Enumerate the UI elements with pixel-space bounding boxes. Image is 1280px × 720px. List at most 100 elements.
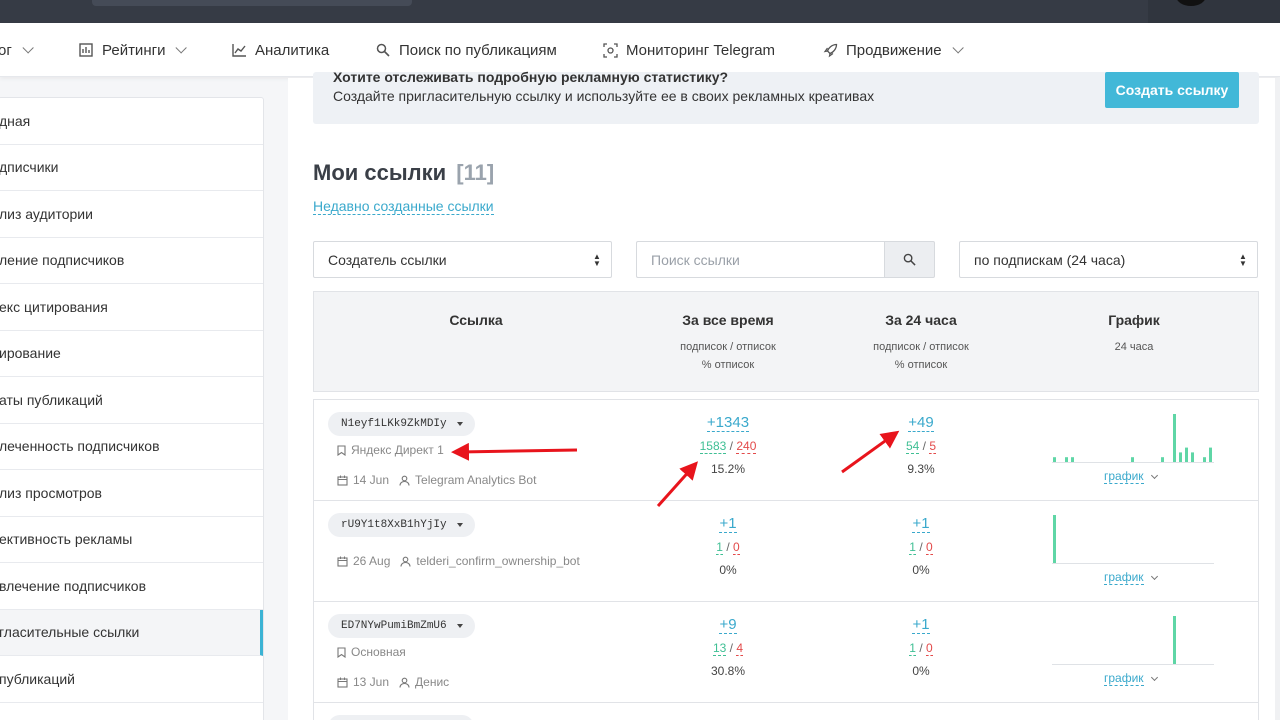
sidebar-item-publications[interactable]: публикаций bbox=[0, 656, 263, 703]
net-subscribers[interactable]: +1 bbox=[912, 515, 930, 533]
subscribe-count[interactable]: 54 bbox=[905, 439, 920, 454]
link-tag: Яндекс Директ 1 bbox=[337, 443, 444, 457]
sidebar-item-label: ективность рекламы bbox=[0, 531, 133, 548]
sidebar-item-invite-links[interactable]: гласительные ссылки bbox=[0, 609, 263, 656]
sidebar-item-label: дписчики bbox=[0, 159, 59, 176]
link-meta: 26 Aug telderi_confirm_ownership_bot bbox=[337, 554, 580, 568]
line-chart-icon bbox=[231, 42, 247, 58]
promo-banner: Хотите отслеживать подробную рекламную с… bbox=[313, 69, 1259, 124]
sidebar-item-label: аты публикаций bbox=[0, 391, 103, 408]
link-search-input[interactable] bbox=[636, 241, 885, 278]
unsubscribe-count[interactable]: 240 bbox=[736, 439, 757, 454]
sidebar-item-citing[interactable]: ирование bbox=[0, 331, 263, 377]
day-stats: +49 54 / 5 9.3% bbox=[851, 414, 991, 476]
caret-down-icon bbox=[456, 523, 463, 527]
link-creator: Telegram Analytics Bot bbox=[415, 473, 537, 487]
nav-item-catalog[interactable]: ог bbox=[0, 23, 34, 77]
recent-links-link[interactable]: Недавно созданные ссылки bbox=[313, 198, 494, 215]
promo-title: Хотите отслеживать подробную рекламную с… bbox=[333, 69, 729, 85]
link-code-dropdown[interactable]: rU9Y1t8XxB1hYjIy bbox=[328, 513, 475, 537]
bar-chart-icon bbox=[78, 42, 94, 58]
sidebar-item-subscriber-origin[interactable]: ление подписчиков bbox=[0, 238, 263, 284]
sparkline-chart bbox=[1052, 616, 1214, 665]
sidebar-item-summary[interactable]: дная bbox=[0, 98, 263, 145]
subscribe-count[interactable]: 1583 bbox=[699, 439, 727, 454]
sidebar-item-label: ление подписчиков bbox=[0, 252, 125, 269]
sidebar-item-subscribers[interactable]: дписчики bbox=[0, 145, 263, 191]
sidebar-item-audience-analysis[interactable]: лиз аудитории bbox=[0, 191, 263, 238]
header-graph: График 24 часа bbox=[1108, 312, 1160, 353]
links-count: [11] bbox=[456, 160, 495, 185]
sparkline-bar bbox=[1161, 457, 1164, 462]
sparkline-bar bbox=[1053, 515, 1056, 563]
unsubscribe-percent: 15.2% bbox=[710, 462, 746, 476]
nav-item-label: Аналитика bbox=[255, 41, 330, 59]
unsubscribe-percent: 0% bbox=[912, 563, 930, 577]
bookmark-icon bbox=[337, 444, 346, 456]
link-code-dropdown[interactable]: N1eyf1LKk9ZkMDIy bbox=[328, 412, 475, 436]
graph-toggle[interactable]: график bbox=[1104, 571, 1158, 585]
link-meta: 13 Jun Денис bbox=[337, 675, 449, 689]
subscribe-count[interactable]: 13 bbox=[712, 641, 727, 656]
sidebar-item-label: дная bbox=[0, 112, 31, 129]
search-button[interactable] bbox=[884, 241, 935, 278]
graph-toggle[interactable]: график bbox=[1104, 469, 1158, 484]
avatar[interactable] bbox=[1176, 0, 1206, 6]
caret-down-icon bbox=[456, 624, 463, 628]
unsubscribe-count[interactable]: 5 bbox=[929, 439, 937, 454]
unsubscribe-count[interactable]: 0 bbox=[926, 540, 933, 555]
search-icon bbox=[375, 42, 391, 58]
sort-select-value: по подпискам (24 часа) bbox=[974, 251, 1126, 268]
nav-item-analytics[interactable]: Аналитика bbox=[231, 23, 329, 77]
link-code-dropdown[interactable]: ED7NYwPumiBmZmU6 bbox=[328, 614, 475, 638]
net-subscribers[interactable]: +1 bbox=[719, 515, 737, 533]
unsubscribe-count[interactable]: 4 bbox=[736, 641, 744, 656]
page-title-text: Мои ссылки bbox=[313, 160, 447, 185]
unsubscribe-count[interactable]: 0 bbox=[733, 540, 740, 555]
table-row: rU9Y1t8XxB1hYjIy 26 Aug telderi_confirm_… bbox=[314, 501, 1258, 602]
sidebar-item-views-analysis[interactable]: лиз просмотров bbox=[0, 470, 263, 517]
monitor-icon bbox=[602, 42, 618, 58]
subscribe-count[interactable]: 1 bbox=[716, 540, 723, 555]
sort-select[interactable]: по подпискам (24 часа) ▲ ▼ bbox=[959, 241, 1258, 278]
link-code: N1eyf1LKk9ZkMDIy bbox=[341, 418, 447, 430]
net-subscribers[interactable]: +1343 bbox=[706, 414, 750, 432]
sparkline-bar bbox=[1131, 457, 1134, 462]
sparkline-bar bbox=[1173, 414, 1176, 462]
sort-arrows-icon: ▲ ▼ bbox=[1239, 252, 1247, 268]
unsubscribe-count[interactable]: 0 bbox=[926, 641, 933, 656]
header-all-time: За все время подписок / отписок% отписок bbox=[680, 312, 776, 371]
sidebar-item-engagement[interactable]: леченность подписчиков bbox=[0, 424, 263, 470]
sidebar-item-subscriber-attraction[interactable]: влечение подписчиков bbox=[0, 563, 263, 610]
creator-select[interactable]: Создатель ссылки ▲ ▼ bbox=[313, 241, 612, 278]
sidebar-item-citation-index[interactable]: екс цитирования bbox=[0, 284, 263, 331]
link-code-dropdown[interactable] bbox=[328, 715, 474, 720]
net-subscribers[interactable]: +49 bbox=[908, 414, 934, 432]
user-menu[interactable] bbox=[1148, 0, 1280, 23]
sparkline-bar bbox=[1191, 452, 1194, 462]
main-content: Хотите отслеживать подробную рекламную с… bbox=[288, 69, 1280, 720]
sidebar-item-publication-stats[interactable]: аты публикаций bbox=[0, 377, 263, 424]
nav-item-ratings[interactable]: Рейтинги bbox=[78, 23, 188, 77]
link-tag: Основная bbox=[337, 645, 406, 659]
nav-item-label: Мониторинг Telegram bbox=[626, 41, 776, 59]
nav-item-promotion[interactable]: Продвижение bbox=[822, 23, 964, 77]
page-title: Мои ссылки [11] bbox=[313, 160, 494, 186]
scrollbar[interactable] bbox=[1275, 78, 1280, 720]
sparkline-bar bbox=[1053, 457, 1056, 462]
global-search-input[interactable] bbox=[92, 0, 412, 6]
chevron-down-icon bbox=[1150, 471, 1158, 480]
subscribe-count[interactable]: 1 bbox=[909, 540, 916, 555]
user-icon bbox=[399, 677, 410, 688]
create-link-button[interactable]: Создать ссылку bbox=[1105, 72, 1239, 108]
link-tag-label: Яндекс Директ 1 bbox=[351, 443, 444, 457]
link-date: 13 Jun bbox=[353, 675, 390, 689]
sparkline-bar bbox=[1065, 457, 1068, 462]
sidebar-item-ad-efficiency[interactable]: ективность рекламы bbox=[0, 517, 263, 563]
unsubscribe-percent: 0% bbox=[719, 563, 737, 577]
net-subscribers[interactable]: +9 bbox=[719, 616, 737, 634]
graph-link-label: график bbox=[1104, 469, 1144, 484]
subscribe-count[interactable]: 1 bbox=[909, 641, 916, 656]
net-subscribers[interactable]: +1 bbox=[912, 616, 930, 634]
graph-toggle[interactable]: график bbox=[1104, 672, 1158, 686]
